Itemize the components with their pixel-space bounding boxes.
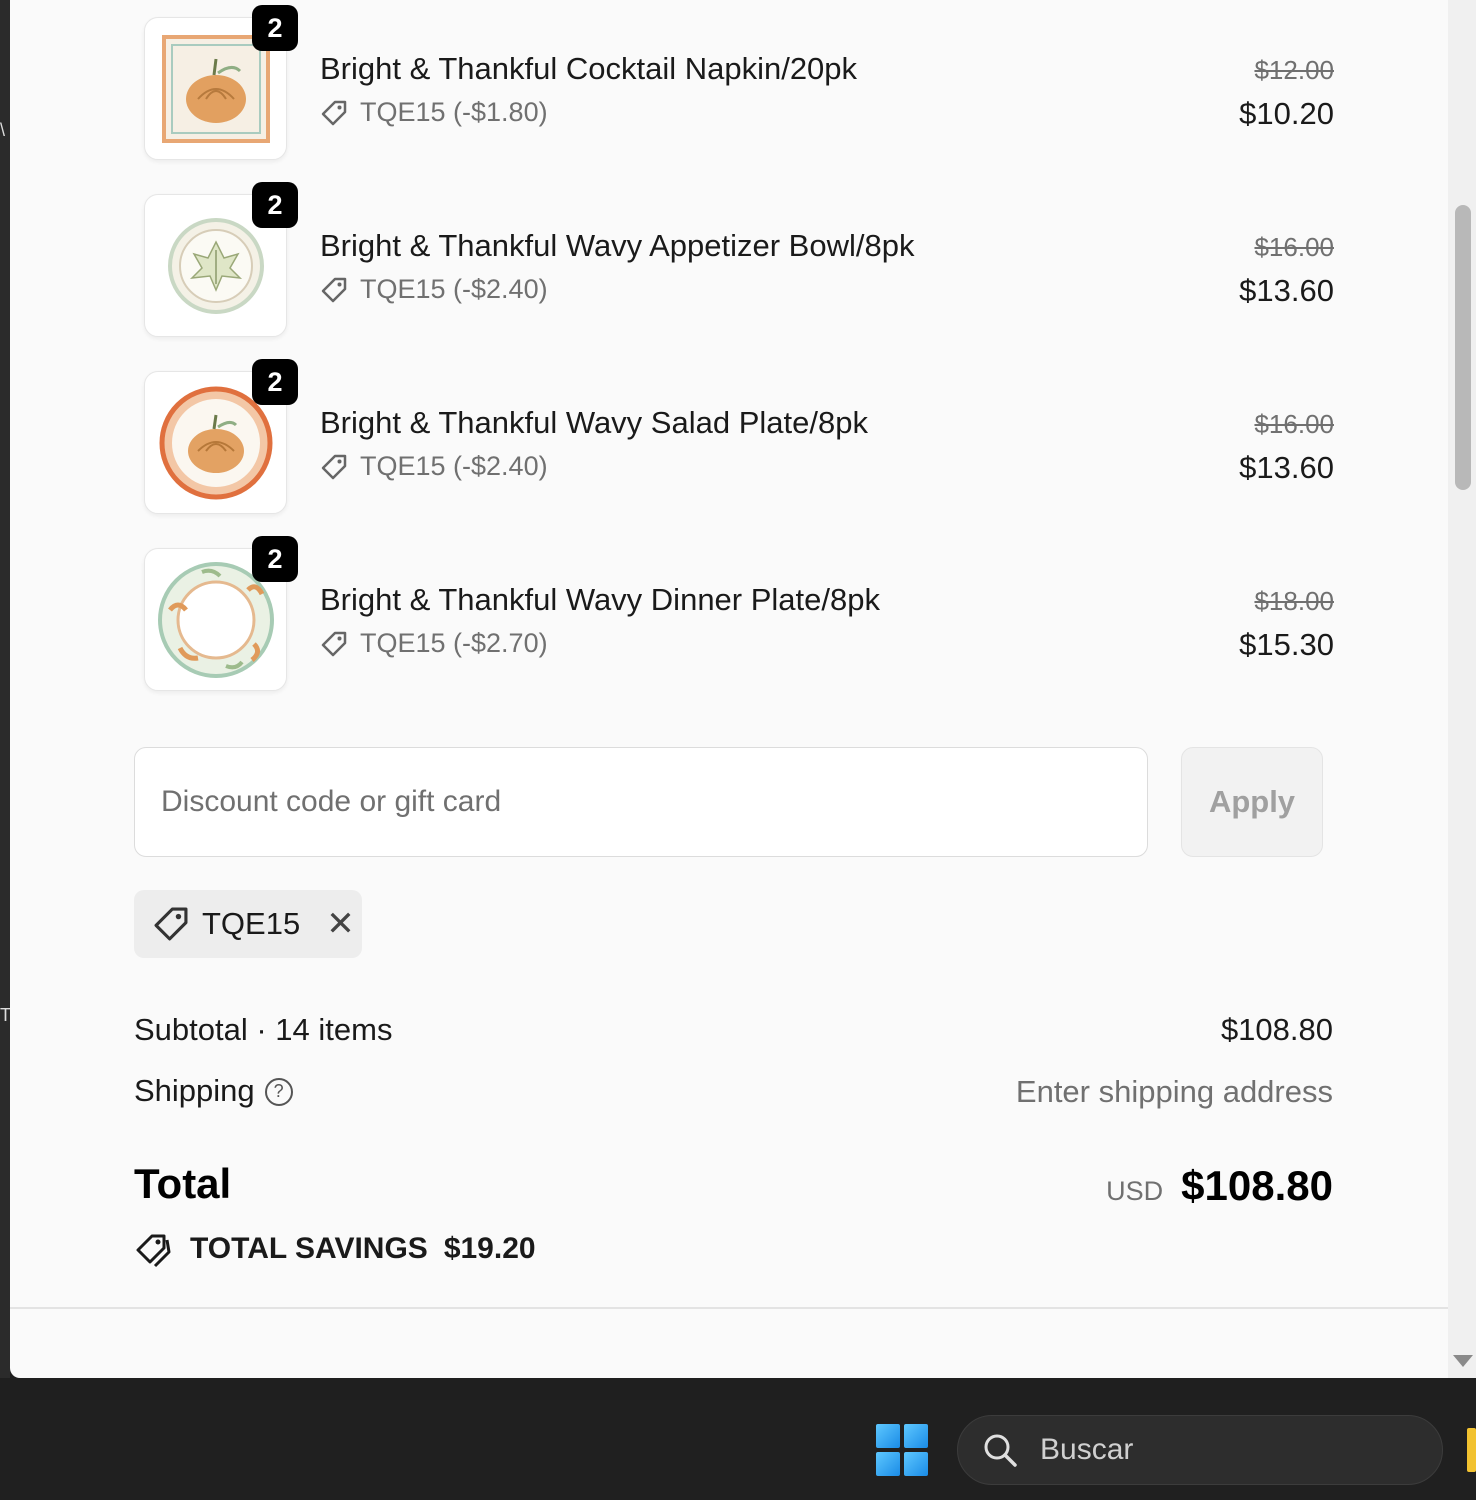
tag-icon (321, 100, 347, 125)
savings-label: TOTAL SAVINGS (190, 1232, 428, 1265)
windows-start-icon[interactable] (876, 1424, 928, 1476)
final-price: $15.30 (1239, 627, 1334, 662)
shipping-row: Shipping? (134, 1073, 293, 1109)
leaf-bowl-icon (167, 217, 264, 314)
item-discount-text: TQE15 (-$2.70) (360, 628, 548, 658)
tag-icon (321, 454, 347, 479)
shipping-label: Shipping (134, 1073, 255, 1108)
item-discount: TQE15 (-$2.40) (320, 274, 548, 305)
final-price: $13.60 (1239, 450, 1334, 485)
applied-discount-chip: TQE15 ✕ (134, 890, 362, 958)
item-discount: TQE15 (-$1.80) (320, 97, 548, 128)
item-discount-text: TQE15 (-$2.40) (360, 451, 548, 481)
quantity-badge: 2 (252, 359, 298, 405)
final-price: $13.60 (1239, 273, 1334, 308)
original-price: $18.00 (1254, 586, 1334, 616)
cart-item[interactable]: 2 Bright & Thankful Wavy Appetizer Bowl/… (144, 182, 1334, 339)
subtotal-value: $108.80 (1220, 1012, 1333, 1047)
tag-icon (154, 907, 188, 941)
item-discount-text: TQE15 (-$1.80) (360, 97, 548, 127)
final-price: $10.20 (1239, 96, 1334, 131)
total-amount: USD $108.80 (1106, 1162, 1333, 1210)
cart-item[interactable]: 2 Bright & Thankful Wavy Dinner Plate/8p… (144, 536, 1334, 693)
item-name: Bright & Thankful Wavy Salad Plate/8pk (320, 405, 868, 440)
subtotal-label: Subtotal · 14 items (134, 1012, 393, 1047)
applied-discount-code: TQE15 (202, 906, 301, 941)
divider (10, 1307, 1448, 1309)
original-price: $16.00 (1254, 232, 1334, 262)
currency-code: USD (1106, 1176, 1164, 1206)
scrollbar-thumb[interactable] (1455, 205, 1471, 490)
quantity-badge: 2 (252, 5, 298, 51)
discount-code-input[interactable] (134, 747, 1148, 857)
savings-value: $19.20 (443, 1232, 536, 1265)
item-name: Bright & Thankful Cocktail Napkin/20pk (320, 51, 858, 86)
checkout-order-summary: 2 Bright & Thankful Cocktail Napkin/20pk… (10, 0, 1448, 1378)
total-savings: TOTAL SAVINGS $19.20 (134, 1230, 536, 1268)
search-icon (984, 1434, 1017, 1467)
cart-item[interactable]: 2 Bright & Thankful Cocktail Napkin/20pk… (144, 5, 1334, 162)
apply-button[interactable]: Apply (1181, 747, 1323, 857)
file-explorer-icon[interactable] (1467, 1428, 1476, 1472)
shipping-value: Enter shipping address (1015, 1074, 1333, 1109)
savings-tag-icon (136, 1234, 171, 1268)
remove-discount-icon[interactable]: ✕ (326, 907, 355, 941)
quantity-badge: 2 (252, 536, 298, 582)
cart-item[interactable]: 2 Bright & Thankful Wavy Salad Plate/8pk… (144, 359, 1334, 516)
tag-icon (321, 277, 347, 302)
taskbar-search[interactable]: Buscar (957, 1415, 1443, 1485)
item-discount-text: TQE15 (-$2.40) (360, 274, 548, 304)
item-name: Bright & Thankful Wavy Appetizer Bowl/8p… (320, 228, 915, 263)
scroll-down-arrow-icon[interactable] (1453, 1355, 1473, 1367)
help-icon[interactable]: ? (264, 1077, 293, 1106)
total-label: Total (134, 1160, 232, 1207)
edge-glyph: \ (0, 120, 6, 140)
original-price: $16.00 (1254, 409, 1334, 439)
search-placeholder: Buscar (1040, 1433, 1134, 1466)
item-discount: TQE15 (-$2.70) (320, 628, 548, 659)
pumpkin-napkin-icon (161, 34, 270, 143)
original-price: $12.00 (1254, 55, 1334, 85)
quantity-badge: 2 (252, 182, 298, 228)
background-window-edge: \ T (0, 0, 11, 1378)
total-value: $108.80 (1181, 1162, 1333, 1209)
item-discount: TQE15 (-$2.40) (320, 451, 548, 482)
item-name: Bright & Thankful Wavy Dinner Plate/8pk (320, 582, 880, 617)
tag-icon (321, 631, 347, 656)
